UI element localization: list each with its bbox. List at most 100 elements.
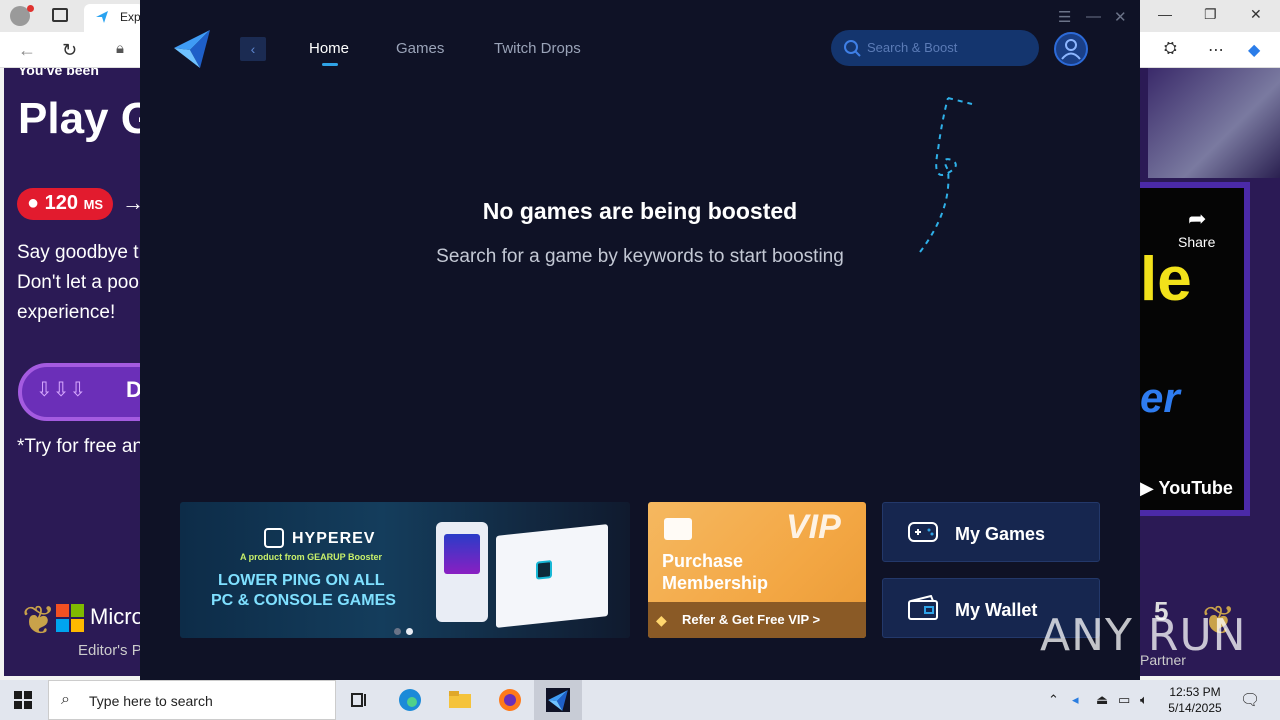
- gearup-tab-icon: [96, 11, 108, 23]
- tab-home[interactable]: Home: [309, 40, 349, 57]
- lock-icon[interactable]: 🔒︎: [116, 40, 124, 57]
- empty-state-subtitle: Search for a game by keywords to start b…: [436, 246, 844, 267]
- video-embed[interactable]: ➦ Share le er ▶ YouTube: [1140, 182, 1250, 516]
- body-line: experience!: [17, 302, 116, 323]
- page-body-text: Say goodbye t Don't let a poo experience…: [17, 238, 139, 328]
- wallet-icon: [908, 595, 938, 620]
- download-arrows-icon: ⇩⇩⇩: [36, 379, 87, 401]
- refer-label: Refer & Get Free VIP >: [682, 612, 821, 627]
- body-line: Say goodbye t: [17, 242, 139, 263]
- video-text: le: [1140, 245, 1192, 314]
- close-icon[interactable]: ✕: [1114, 8, 1127, 26]
- my-games-label: My Games: [955, 524, 1046, 544]
- back-button[interactable]: ‹: [240, 37, 266, 61]
- task-view-icon[interactable]: [346, 686, 374, 714]
- browser-tab[interactable]: Exp: [84, 4, 144, 32]
- gearup-tray-icon[interactable]: ◂: [1072, 692, 1079, 708]
- network-icon[interactable]: ▭: [1118, 692, 1130, 708]
- search-icon: [844, 40, 861, 57]
- extension-icon[interactable]: ⛭: [1164, 40, 1177, 58]
- more-icon[interactable]: ⋯: [1208, 40, 1224, 60]
- banner-headline-1: LOWER PING ON ALL: [218, 572, 385, 589]
- notification-dot: [27, 5, 34, 12]
- hyperev-banner[interactable]: HYPEREV A product from GEARUP Booster LO…: [180, 502, 630, 638]
- background-page-right: ➦ Share le er ▶ YouTube 5 Partner ❦: [1140, 68, 1280, 676]
- try-free-text: *Try for free an: [17, 436, 144, 457]
- carousel-dots: [394, 622, 418, 638]
- copilot-icon[interactable]: ◆: [1248, 40, 1260, 60]
- vip-badge: VIP: [786, 508, 841, 546]
- hyperev-logo-icon: [264, 528, 284, 548]
- search-placeholder: Search & Boost: [867, 40, 958, 55]
- youtube-logo[interactable]: ▶ YouTube: [1140, 478, 1233, 499]
- notifications-icon[interactable]: 🗨︎: [1240, 690, 1260, 710]
- body-line: Don't let a poo: [17, 272, 139, 293]
- my-wallet-label: My Wallet: [955, 600, 1038, 620]
- microsoft-text: Micro: [90, 604, 144, 629]
- dashed-arrow-icon: [919, 97, 973, 253]
- volume-icon[interactable]: 🔈︎: [1140, 692, 1148, 708]
- restore-icon[interactable]: ❐: [1204, 6, 1217, 23]
- my-games-button[interactable]: My Games: [882, 502, 1100, 562]
- user-avatar[interactable]: [1054, 32, 1088, 66]
- page-headline: Play G: [18, 94, 144, 143]
- anyrun-watermark: ANY RUN: [1040, 610, 1247, 661]
- edge-icon[interactable]: [396, 686, 424, 714]
- gearup-app-window: ‹ Home Games Twitch Drops Search & Boost…: [140, 0, 1140, 680]
- vip-title-line: Membership: [662, 573, 769, 593]
- menu-icon[interactable]: ☰: [1058, 8, 1071, 26]
- carousel-dot[interactable]: [394, 628, 401, 635]
- taskbar-clock[interactable]: 12:53 PM 5/14/2025: [1160, 684, 1230, 716]
- minimize-icon[interactable]: —: [1086, 8, 1101, 25]
- tab-games[interactable]: Games: [396, 40, 444, 57]
- tab-actions-icon[interactable]: [52, 8, 68, 22]
- firefox-icon[interactable]: [496, 686, 524, 714]
- download-button[interactable]: ⇩⇩⇩ D: [18, 363, 144, 421]
- browser-tab-label: Exp: [120, 10, 141, 24]
- search-input[interactable]: Search & Boost: [831, 30, 1039, 66]
- diamond-icon: ◆: [656, 612, 667, 628]
- close-icon[interactable]: ✕: [1250, 6, 1262, 23]
- microsoft-logo-icon: [56, 604, 84, 632]
- share-icon[interactable]: ➦: [1188, 206, 1206, 232]
- windows-start-icon[interactable]: [14, 691, 32, 709]
- router-image: [496, 524, 608, 628]
- banner-headline-2: PC & CONSOLE GAMES: [211, 592, 396, 609]
- refer-button[interactable]: ◆ Refer & Get Free VIP >: [648, 602, 866, 638]
- active-tab-indicator: [322, 63, 338, 66]
- gamepad-icon: [908, 522, 938, 542]
- background-page-left: You've been Play G ● 120 MS → Say goodby…: [4, 68, 144, 676]
- ping-badge: ● 120 MS: [17, 188, 113, 220]
- video-text: er: [1140, 374, 1180, 421]
- back-icon[interactable]: ←: [18, 40, 36, 61]
- app-logo-icon: [174, 30, 210, 68]
- empty-state-title: No games are being boosted: [482, 198, 798, 224]
- ping-unit: MS: [83, 197, 104, 212]
- tray-overflow-icon[interactable]: ⌃: [1048, 692, 1059, 708]
- laurel-icon: ❦: [22, 599, 56, 643]
- taskbar-search-input[interactable]: ⌕ Type here to search: [48, 680, 336, 720]
- clock-date: 5/14/2025: [1168, 701, 1222, 715]
- phone-image: [436, 522, 488, 622]
- taskbar-gearup-active[interactable]: [534, 680, 582, 720]
- tab-twitch-drops[interactable]: Twitch Drops: [494, 40, 581, 57]
- minimize-icon[interactable]: —: [1158, 6, 1172, 22]
- usb-icon[interactable]: ⏏: [1096, 692, 1108, 708]
- clock-time: 12:53 PM: [1169, 685, 1221, 699]
- search-icon: ⌕: [61, 691, 70, 708]
- banner-brand: HYPEREV: [292, 530, 376, 547]
- youtube-label: YouTube: [1158, 478, 1233, 498]
- user-icon: [1061, 39, 1081, 60]
- purchase-membership-label: Purchase Membership: [662, 550, 768, 594]
- editors-pick-text: Editor's P: [78, 642, 142, 659]
- vip-card[interactable]: VIP Purchase Membership ◆ Refer & Get Fr…: [648, 502, 866, 638]
- wallet-icon: [664, 518, 692, 540]
- file-explorer-icon[interactable]: [446, 686, 474, 714]
- windows-taskbar: ⌕ Type here to search ⌃ ◂ ⏏ ▭ 🔈︎ 12:53 P…: [0, 680, 1280, 720]
- page-top-text: You've been: [18, 68, 99, 78]
- refresh-icon[interactable]: ↻: [62, 40, 77, 61]
- ping-value: 120: [44, 192, 79, 214]
- vip-title-line: Purchase: [662, 551, 744, 571]
- gearup-taskbar-icon: [546, 688, 570, 712]
- carousel-dot[interactable]: [406, 628, 413, 635]
